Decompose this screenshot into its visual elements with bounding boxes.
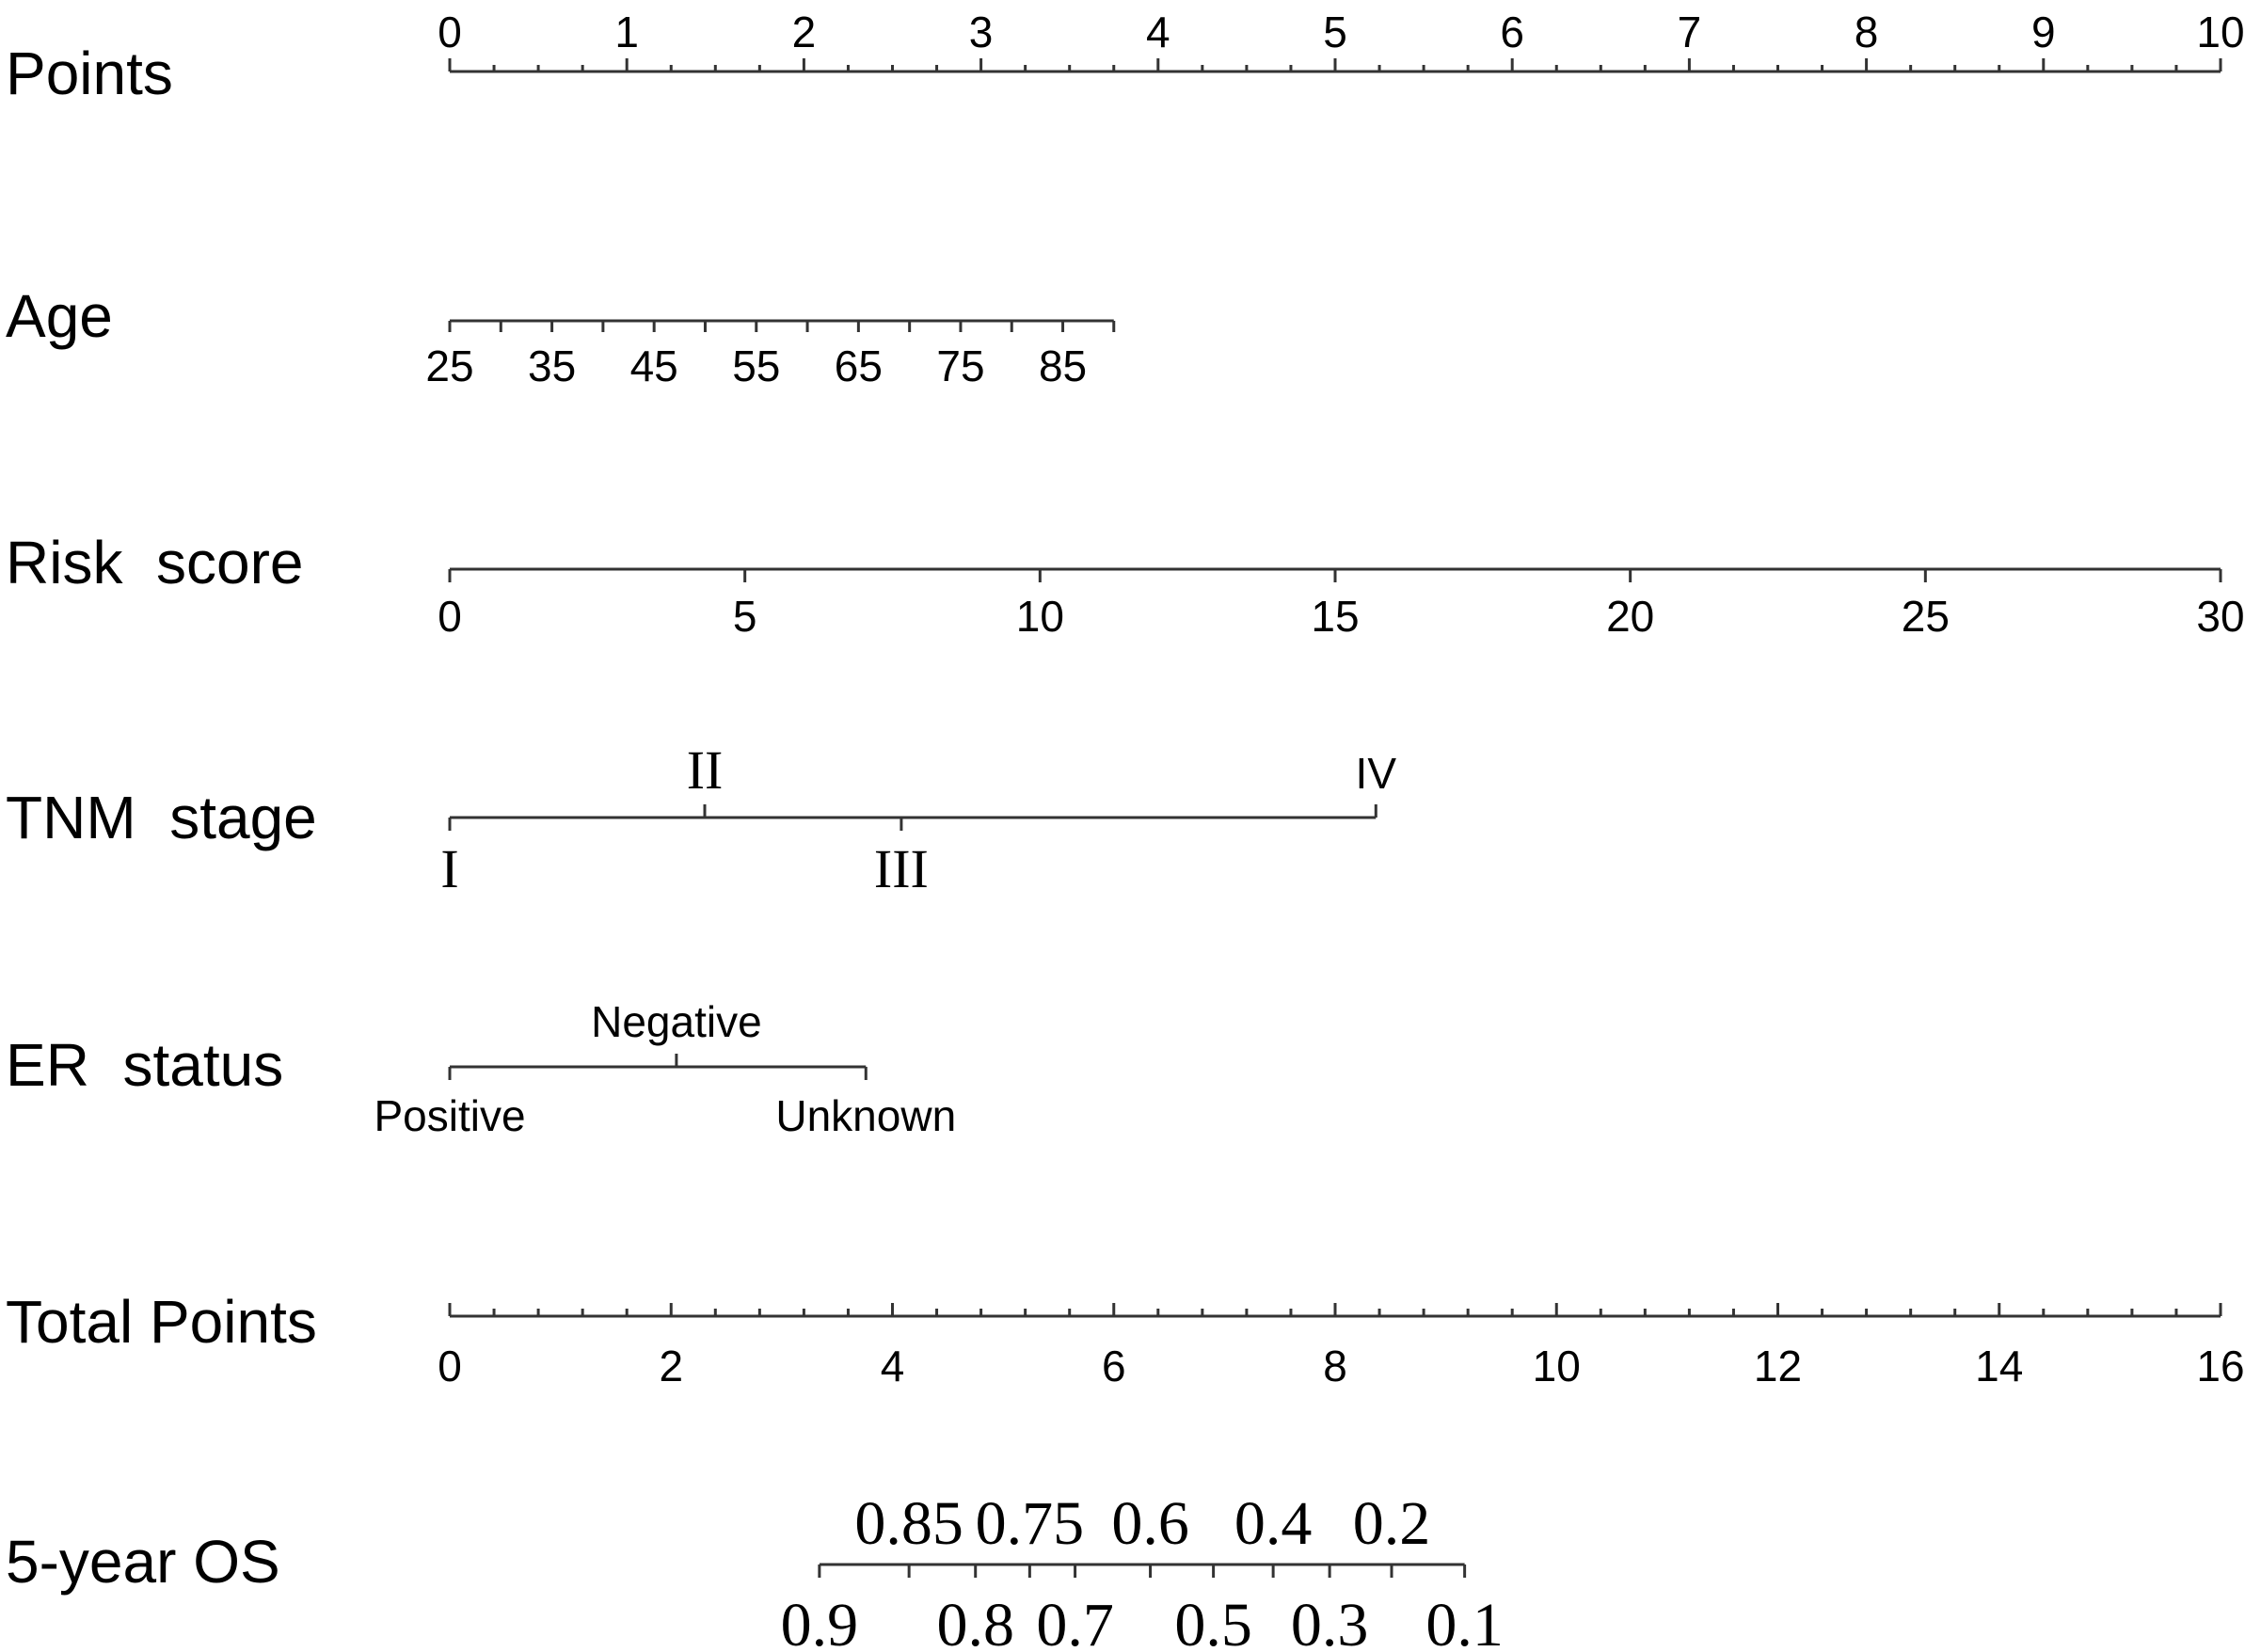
total-points-tick-label: 8 bbox=[1323, 1342, 1347, 1390]
tnm-stage-label-iii: III bbox=[874, 838, 929, 899]
row-label-risk-score: Risk score bbox=[6, 529, 304, 596]
axes: 0 1 2 3 4 5 6 7 8 9 1025 35 45 55 65 75 850 5 10 15 20 25 30II… bbox=[374, 8, 2244, 1652]
age-tick-label: 25 bbox=[425, 342, 473, 390]
total-points-tick-label: 12 bbox=[1754, 1342, 1802, 1390]
row-labels: Points Age Risk score TNM stage ER statu… bbox=[6, 40, 317, 1596]
total-points-tick-label: 16 bbox=[2196, 1342, 2244, 1390]
points-tick-label: 2 bbox=[792, 8, 817, 56]
risk-score-tick-label: 25 bbox=[1902, 592, 1950, 641]
nomogram-chart: Points Age Risk score TNM stage ER statu… bbox=[6, 8, 2245, 1652]
er-status-label-positive: Positive bbox=[374, 1091, 525, 1140]
total-points-tick-label: 4 bbox=[881, 1342, 905, 1390]
os-tick-label: 0.2 bbox=[1353, 1489, 1431, 1558]
points-tick-label: 9 bbox=[2031, 8, 2056, 56]
total-points-tick-label: 6 bbox=[1102, 1342, 1126, 1390]
tnm-stage-label-iv: IV bbox=[1356, 749, 1397, 798]
row-label-total-points: Total Points bbox=[6, 1288, 317, 1356]
points-tick-label: 4 bbox=[1146, 8, 1170, 56]
row-label-age: Age bbox=[6, 282, 113, 350]
os-tick-label: 0.85 bbox=[854, 1489, 963, 1558]
risk-score-tick-label: 0 bbox=[438, 592, 462, 641]
risk-score-tick-label: 30 bbox=[2196, 592, 2244, 641]
age-tick-label: 35 bbox=[528, 342, 576, 390]
tnm-stage-label-i: I bbox=[440, 838, 458, 899]
points-tick-label: 8 bbox=[1855, 8, 1879, 56]
total-points-tick-label: 2 bbox=[659, 1342, 683, 1390]
risk-score-tick-label: 10 bbox=[1016, 592, 1064, 641]
os-tick-label: 0.1 bbox=[1425, 1591, 1504, 1652]
row-label-points: Points bbox=[6, 40, 173, 107]
points-tick-label: 1 bbox=[614, 8, 639, 56]
age-tick-label: 75 bbox=[936, 342, 984, 390]
row-label-er-status: ER status bbox=[6, 1031, 283, 1099]
risk-score-tick-label: 15 bbox=[1311, 592, 1359, 641]
er-status-label-negative: Negative bbox=[591, 997, 762, 1046]
points-tick-label: 7 bbox=[1678, 8, 1702, 56]
os-tick-label: 0.7 bbox=[1036, 1591, 1114, 1652]
points-tick-label: 0 bbox=[438, 8, 462, 56]
age-tick-label: 85 bbox=[1039, 342, 1087, 390]
os-tick-label: 0.6 bbox=[1111, 1489, 1189, 1558]
risk-score-tick-label: 5 bbox=[733, 592, 757, 641]
tnm-stage-label-ii: II bbox=[687, 739, 724, 801]
os-tick-label: 0.75 bbox=[976, 1489, 1085, 1558]
points-tick-label: 10 bbox=[2196, 8, 2244, 56]
age-tick-label: 55 bbox=[732, 342, 780, 390]
risk-score-tick-label: 20 bbox=[1606, 592, 1654, 641]
age-tick-label: 45 bbox=[630, 342, 678, 390]
total-points-tick-label: 10 bbox=[1533, 1342, 1581, 1390]
total-points-tick-label: 0 bbox=[438, 1342, 462, 1390]
points-tick-label: 3 bbox=[969, 8, 994, 56]
points-tick-label: 6 bbox=[1500, 8, 1524, 56]
age-tick-label: 65 bbox=[835, 342, 883, 390]
os-tick-label: 0.5 bbox=[1174, 1591, 1252, 1652]
total-points-tick-label: 14 bbox=[1975, 1342, 2023, 1390]
os-tick-label: 0.4 bbox=[1234, 1489, 1313, 1558]
os-tick-label: 0.9 bbox=[781, 1591, 859, 1652]
row-label-5-year-os: 5-year OS bbox=[6, 1528, 280, 1596]
os-tick-label: 0.8 bbox=[936, 1591, 1014, 1652]
row-label-tnm-stage: TNM stage bbox=[6, 784, 317, 851]
os-tick-label: 0.3 bbox=[1291, 1591, 1369, 1652]
er-status-label-unknown: Unknown bbox=[775, 1091, 956, 1140]
points-tick-label: 5 bbox=[1323, 8, 1347, 56]
